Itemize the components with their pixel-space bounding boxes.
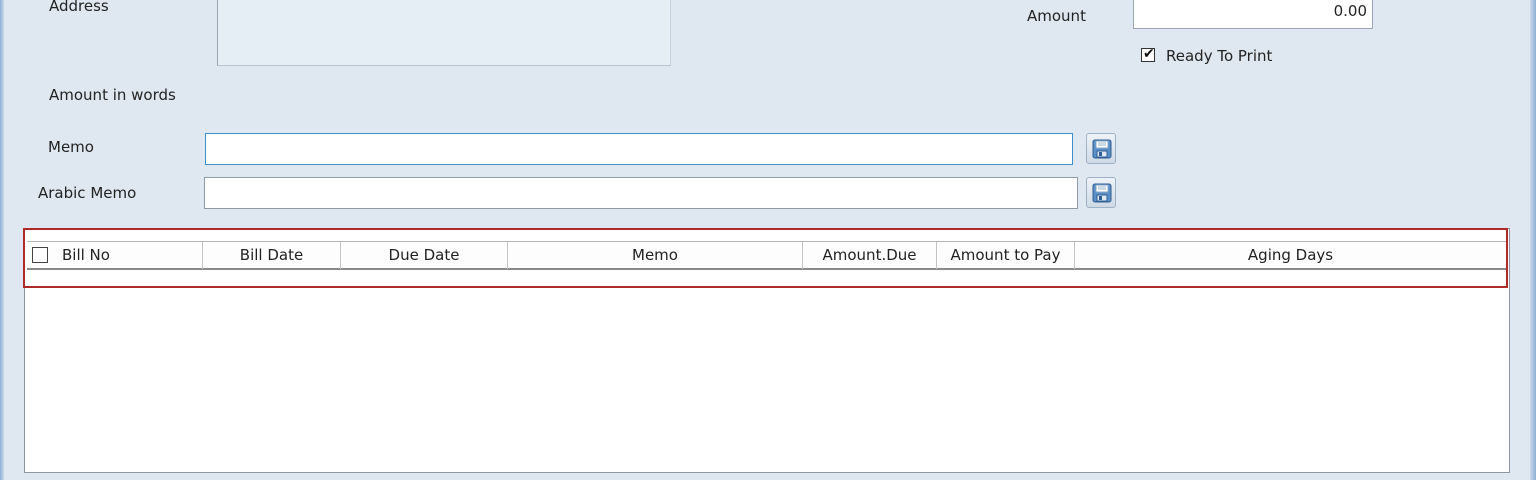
- address-label: Address: [49, 0, 109, 15]
- memo-input[interactable]: [205, 133, 1073, 165]
- column-header-amount-due[interactable]: Amount.Due: [803, 242, 937, 269]
- column-header-bill-date[interactable]: Bill Date: [203, 242, 341, 269]
- address-field[interactable]: [217, 0, 671, 66]
- arabic-memo-input[interactable]: [204, 177, 1078, 209]
- amount-input[interactable]: 0.00: [1133, 0, 1373, 29]
- save-icon: [1092, 139, 1112, 159]
- memo-save-button[interactable]: [1086, 133, 1116, 164]
- ready-to-print-checkbox[interactable]: ✔: [1141, 46, 1155, 62]
- select-all-checkbox[interactable]: [32, 247, 48, 263]
- window-left-border: [0, 0, 4, 480]
- window-right-border: [1530, 0, 1536, 480]
- amount-in-words-label: Amount in words: [49, 86, 176, 104]
- arabic-memo-label: Arabic Memo: [38, 184, 137, 202]
- arabic-memo-save-button[interactable]: [1086, 177, 1116, 208]
- column-header-aging-days[interactable]: Aging Days: [1075, 242, 1506, 269]
- column-label: Bill No: [62, 246, 110, 264]
- amount-label: Amount: [1027, 7, 1086, 25]
- save-icon: [1092, 183, 1112, 203]
- memo-label: Memo: [48, 138, 94, 156]
- column-header-memo[interactable]: Memo: [508, 242, 803, 269]
- column-header-amount-to-pay[interactable]: Amount to Pay: [937, 242, 1075, 269]
- column-header-bill-no[interactable]: Bill No: [27, 242, 203, 269]
- column-header-due-date[interactable]: Due Date: [341, 242, 508, 269]
- ready-to-print-label: Ready To Print: [1166, 47, 1273, 65]
- checkmark-icon: ✔: [1143, 46, 1155, 62]
- bills-grid-header: Bill No Bill Date Due Date Memo Amount.D…: [27, 241, 1506, 270]
